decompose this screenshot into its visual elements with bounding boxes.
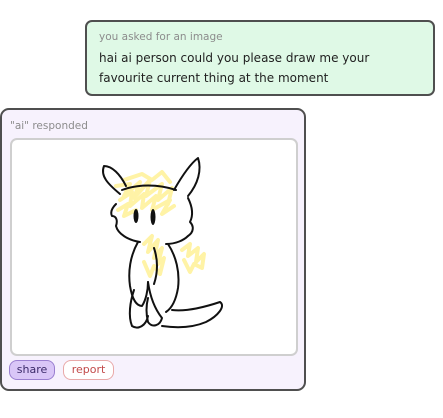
cat-drawing bbox=[102, 157, 224, 329]
request-caption: you asked for an image bbox=[99, 31, 223, 43]
request-message-line-1: hai ai person could you please draw me y… bbox=[99, 51, 370, 65]
share-button[interactable]: share bbox=[9, 360, 55, 380]
request-message: hai ai person could you please draw me y… bbox=[99, 48, 421, 88]
response-card: "ai" responded share report bbox=[0, 108, 306, 391]
request-bubble: you asked for an image hai ai person cou… bbox=[85, 20, 435, 96]
drawing-frame bbox=[10, 138, 298, 356]
response-caption: "ai" responded bbox=[10, 120, 88, 132]
report-button[interactable]: report bbox=[63, 360, 114, 380]
request-message-line-2: favourite current thing at the moment bbox=[99, 71, 329, 85]
